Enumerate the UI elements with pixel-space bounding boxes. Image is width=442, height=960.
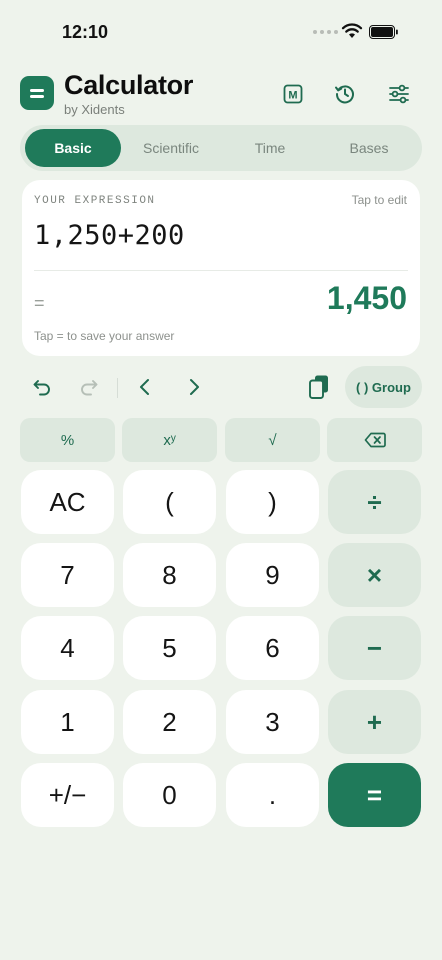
tap-to-edit-hint: Tap to edit	[351, 193, 407, 207]
app-subtitle: by Xidents	[64, 102, 125, 117]
expression-input[interactable]: 1,250+200	[34, 220, 185, 251]
edit-toolbar: ( ) Group	[20, 366, 422, 408]
clear-key[interactable]: AC	[21, 470, 114, 534]
app-logo-icon	[20, 76, 54, 110]
expression-label: YOUR EXPRESSION	[34, 195, 156, 207]
tab-bases[interactable]: Bases	[321, 129, 417, 167]
battery-icon	[369, 25, 398, 39]
digit-4-key[interactable]: 4	[21, 616, 114, 680]
cursor-left-icon	[140, 379, 149, 395]
digit-2-key[interactable]: 2	[123, 690, 216, 754]
expression-card[interactable]: YOUR EXPRESSION Tap to edit 1,250+200 = …	[22, 180, 420, 356]
result-value: 1,450	[326, 280, 407, 316]
power-key[interactable]: xʸ	[122, 418, 217, 462]
undo-icon	[33, 380, 50, 396]
decimal-key[interactable]: .	[226, 763, 319, 827]
equals-symbol: =	[34, 293, 45, 313]
svg-text:M: M	[288, 90, 297, 102]
open-paren-key[interactable]: (	[123, 470, 216, 534]
app-title: Calculator	[64, 70, 194, 100]
redo-button[interactable]	[73, 366, 105, 408]
equals-key[interactable]: =	[328, 763, 421, 827]
signal-dots-icon	[313, 30, 338, 34]
digit-1-key[interactable]: 1	[21, 690, 114, 754]
digit-5-key[interactable]: 5	[123, 616, 216, 680]
redo-icon	[81, 380, 98, 396]
status-time: 12:10	[62, 22, 109, 42]
backspace-icon	[364, 432, 386, 448]
plus-minus-key[interactable]: +/−	[21, 763, 114, 827]
settings-sliders-icon	[389, 84, 409, 104]
divide-key[interactable]: ÷	[328, 470, 421, 534]
undo-button[interactable]	[26, 366, 58, 408]
copy-icon	[309, 375, 328, 399]
digit-6-key[interactable]: 6	[226, 616, 319, 680]
toolbar-divider	[117, 378, 118, 398]
memory-icon: M	[283, 84, 303, 104]
mode-tabs: Basic Scientific Time Bases	[20, 125, 422, 171]
cursor-left-button[interactable]	[129, 366, 161, 408]
status-bar: 12:10	[0, 0, 442, 60]
save-answer-hint: Tap = to save your answer	[34, 329, 175, 343]
sqrt-key[interactable]: √	[225, 418, 320, 462]
close-paren-key[interactable]: )	[226, 470, 319, 534]
cursor-right-icon	[190, 379, 199, 395]
subtract-key[interactable]: −	[328, 616, 421, 680]
add-key[interactable]: +	[328, 690, 421, 754]
cursor-right-button[interactable]	[178, 366, 210, 408]
tab-scientific[interactable]: Scientific	[123, 129, 219, 167]
tab-basic[interactable]: Basic	[25, 129, 121, 167]
app-header: Calculator by Xidents M	[20, 70, 422, 120]
divider	[34, 270, 408, 271]
percent-key[interactable]: %	[20, 418, 115, 462]
tab-time[interactable]: Time	[222, 129, 318, 167]
wifi-icon	[341, 23, 363, 38]
digit-0-key[interactable]: 0	[123, 763, 216, 827]
digit-9-key[interactable]: 9	[226, 543, 319, 607]
history-button[interactable]	[332, 81, 358, 107]
history-icon	[335, 85, 354, 104]
digit-3-key[interactable]: 3	[226, 690, 319, 754]
memory-button[interactable]: M	[280, 81, 306, 107]
function-row: % xʸ √	[20, 418, 422, 462]
digit-8-key[interactable]: 8	[123, 543, 216, 607]
copy-button[interactable]	[303, 366, 335, 408]
settings-button[interactable]	[386, 81, 412, 107]
group-button[interactable]: ( ) Group	[345, 366, 422, 408]
digit-7-key[interactable]: 7	[21, 543, 114, 607]
backspace-key[interactable]	[327, 418, 422, 462]
multiply-key[interactable]: ×	[328, 543, 421, 607]
